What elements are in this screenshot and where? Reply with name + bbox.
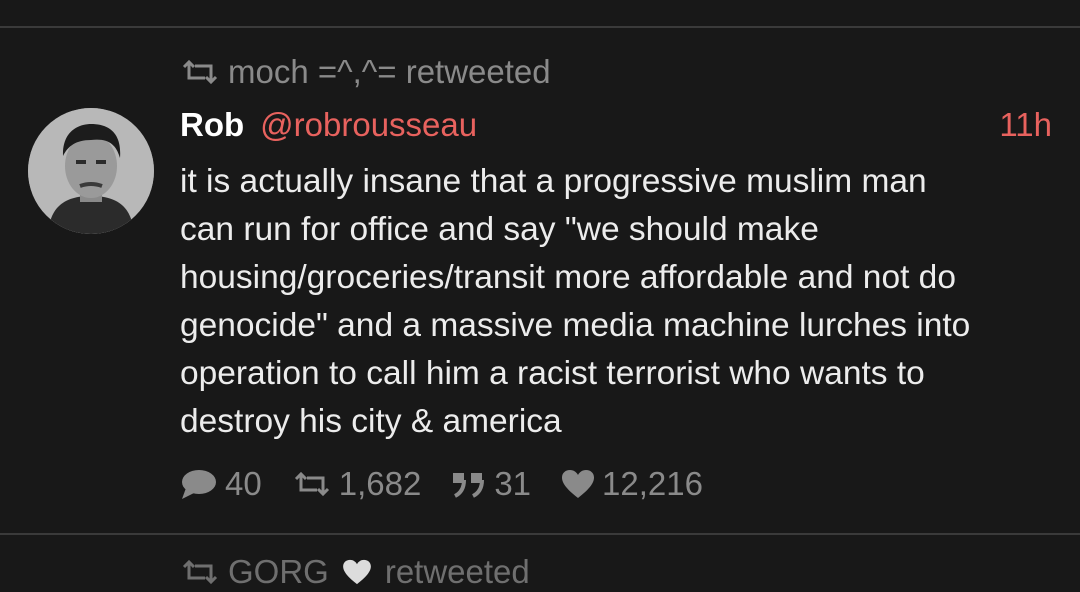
retweet-icon [182,559,218,585]
author-name[interactable]: Rob [180,106,244,144]
retweet-button[interactable]: 1,682 [292,465,422,503]
heart-icon [562,470,595,498]
quote-button[interactable]: 31 [451,465,531,503]
retweet-icon [182,59,218,85]
speech-bubble-icon [182,470,216,499]
retweet-count: 1,682 [338,465,422,502]
top-divider [0,26,1080,28]
reply-count: 40 [225,465,262,502]
next-retweet-banner[interactable]: GORG retweeted [180,552,530,592]
tweet-divider [0,533,1080,535]
quote-icon [453,473,485,498]
retweeter-name[interactable]: moch =^,^= retweeted [228,53,551,91]
reply-button[interactable]: 40 [180,465,262,503]
tweet-line: destroy his city & america [180,403,562,440]
avatar[interactable] [28,108,154,234]
tweet-line: can run for office and say "we should ma… [180,211,819,248]
white-heart-icon [342,559,371,585]
tweet-line: housing/groceries/transit more affordabl… [180,259,956,296]
tweet-line: operation to call him a racist terrorist… [180,355,925,392]
quote-count: 31 [494,465,532,502]
like-button[interactable]: 12,216 [561,465,703,503]
author-handle[interactable]: @robrousseau [260,106,477,144]
tweet-header: Rob @robrousseau 11h [180,104,1052,146]
tweet-line: genocide" and a massive media machine lu… [180,307,971,344]
next-retweeter-name[interactable]: GORG [228,553,329,591]
next-retweet-suffix: retweeted [384,553,530,590]
tweet-line: it is actually insane that a progressive… [180,163,927,200]
retweet-icon [294,471,329,497]
retweet-banner[interactable]: moch =^,^= retweeted [180,52,561,92]
tweet-text: it is actually insane that a progressive… [180,158,1070,446]
like-count: 12,216 [602,465,703,502]
action-bar: 40 1,682 31 12,216 [180,462,733,506]
tweet-timestamp[interactable]: 11h [999,106,1052,144]
